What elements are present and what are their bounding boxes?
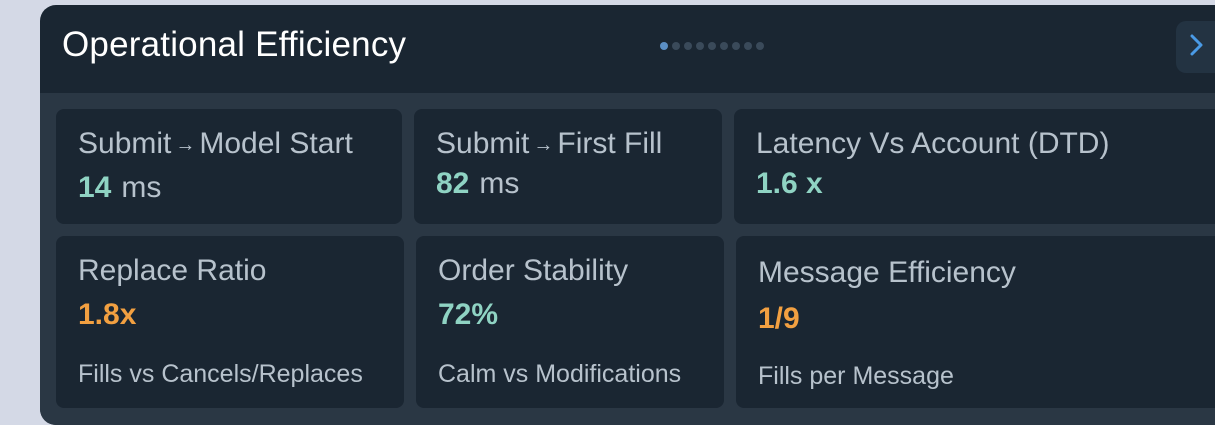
page-dot[interactable] <box>696 42 704 50</box>
page-dot[interactable] <box>756 42 764 50</box>
page-dot[interactable] <box>744 42 752 50</box>
panel-title: Operational Efficiency <box>62 25 407 64</box>
metric-label: Latency Vs Account (DTD) <box>756 127 1110 160</box>
metric-subtitle: Fills vs Cancels/Replaces <box>78 360 363 388</box>
metric-label: Message Efficiency <box>758 256 1016 289</box>
metric-card-submit-first-fill: Submit → First Fill 82 ms <box>414 109 722 224</box>
metric-value: 1.8x <box>78 298 137 331</box>
next-button[interactable] <box>1176 21 1215 73</box>
metric-subtitle: Calm vs Modifications <box>438 360 682 388</box>
metric-value: 1/9 <box>758 302 800 335</box>
metric-label: Order Stability <box>438 254 629 287</box>
metric-card-replace-ratio: Replace Ratio 1.8x Fills vs Cancels/Repl… <box>56 236 404 408</box>
operational-efficiency-panel: Operational Efficiency Submit → Model Star… <box>40 5 1215 425</box>
metric-card-message-efficiency: Message Efficiency 1/9 Fills per Message <box>736 236 1215 408</box>
arrow-right-icon: → <box>533 134 554 156</box>
metric-value: 14 ms <box>78 171 162 204</box>
metric-value: 1.6 x <box>756 167 823 200</box>
metric-card-submit-model-start: Submit → Model Start 14 ms <box>56 109 402 224</box>
pagination-dots <box>660 42 764 50</box>
metric-card-latency: Latency Vs Account (DTD) 1.6 x <box>734 109 1215 224</box>
metrics-grid: Submit → Model Start 14 ms Submit → First Fil… <box>40 93 1215 425</box>
metric-label: Submit → First Fill <box>436 127 663 160</box>
metric-label: Replace Ratio <box>78 254 267 287</box>
page-dot[interactable] <box>684 42 692 50</box>
panel-header: Operational Efficiency <box>40 5 1215 93</box>
chevron-right-icon <box>1190 33 1204 62</box>
metric-card-order-stability: Order Stability 72% Calm vs Modification… <box>416 236 724 408</box>
metric-value: 72% <box>438 298 499 331</box>
page-dot[interactable] <box>720 42 728 50</box>
arrow-right-icon: → <box>175 134 196 156</box>
page-dot[interactable] <box>708 42 716 50</box>
metric-value: 82 ms <box>436 167 520 200</box>
page-dot[interactable] <box>660 42 668 50</box>
metric-label: Submit → Model Start <box>78 127 353 160</box>
page-dot[interactable] <box>672 42 680 50</box>
page-dot[interactable] <box>732 42 740 50</box>
metric-subtitle: Fills per Message <box>758 362 954 390</box>
